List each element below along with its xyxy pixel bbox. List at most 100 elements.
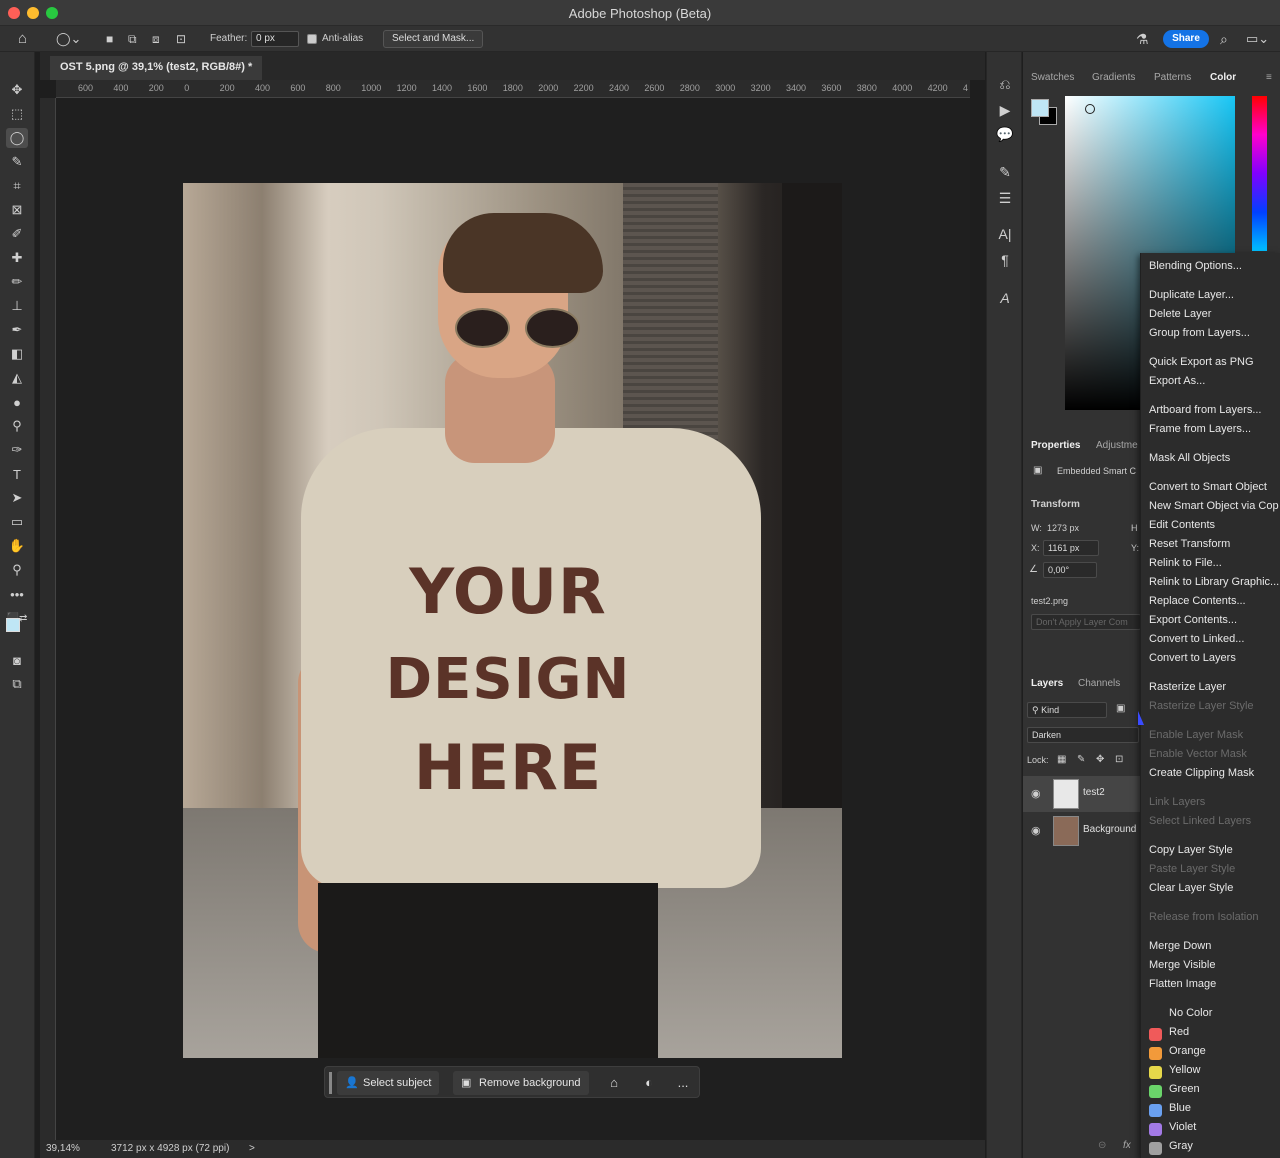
spot-healing-tool-icon[interactable]: ✚: [6, 248, 28, 268]
context-menu-item[interactable]: Export As...: [1149, 375, 1205, 387]
path-selection-tool-icon[interactable]: ➤: [6, 488, 28, 508]
context-menu-item[interactable]: Convert to Smart Object: [1149, 481, 1267, 493]
context-menu-item[interactable]: New Smart Object via Cop: [1149, 500, 1279, 512]
intersect-selection-icon[interactable]: ⊡: [176, 26, 186, 52]
history-brush-tool-icon[interactable]: ✒: [6, 320, 28, 340]
hand-tool-icon[interactable]: ✋: [6, 536, 28, 556]
remove-background-button[interactable]: ▣ Remove background: [453, 1071, 589, 1095]
frame-tool-icon[interactable]: ⊠: [6, 200, 28, 220]
status-arrow[interactable]: >: [249, 1143, 255, 1154]
color-panel-foreground-swatch[interactable]: [1031, 99, 1049, 117]
lock-transparency-icon[interactable]: ▦: [1057, 754, 1066, 765]
crop-tool-icon[interactable]: ⌗: [6, 176, 28, 196]
tab-color[interactable]: Color: [1210, 72, 1236, 83]
context-menu-item[interactable]: Mask All Objects: [1149, 452, 1230, 464]
subtract-from-selection-icon[interactable]: ⧈: [152, 26, 160, 52]
lasso-tool-icon[interactable]: ◯: [6, 128, 28, 148]
paragraph-icon[interactable]: ¶: [995, 250, 1015, 270]
new-selection-icon[interactable]: ■: [106, 26, 113, 52]
taskbar-drag-handle[interactable]: [329, 1072, 332, 1094]
home-icon[interactable]: ⌂: [18, 26, 27, 52]
zoom-level[interactable]: 39,14%: [46, 1143, 80, 1154]
panel-menu-icon[interactable]: ≡: [1266, 72, 1272, 83]
color-label-item[interactable]: Yellow: [1169, 1064, 1200, 1076]
select-subject-button[interactable]: 👤 Select subject: [337, 1071, 440, 1095]
context-menu-item[interactable]: Flatten Image: [1149, 978, 1216, 990]
search-icon[interactable]: ⌕: [1220, 26, 1228, 52]
context-menu-item[interactable]: Clear Layer Style: [1149, 882, 1233, 894]
paint-bucket-tool-icon[interactable]: ◭: [6, 368, 28, 388]
context-menu-item[interactable]: Artboard from Layers...: [1149, 404, 1262, 416]
context-menu-item[interactable]: Rasterize Layer: [1149, 681, 1226, 693]
context-menu-item[interactable]: Relink to Library Graphic...: [1149, 576, 1279, 588]
context-menu-item[interactable]: Quick Export as PNG: [1149, 356, 1254, 368]
dodge-tool-icon[interactable]: ⚲: [6, 416, 28, 436]
angle-input[interactable]: 0,00°: [1043, 562, 1097, 578]
clone-stamp-tool-icon[interactable]: ⊥: [6, 296, 28, 316]
context-menu-item[interactable]: Edit Contents: [1149, 519, 1215, 531]
blur-tool-icon[interactable]: ●: [6, 392, 28, 412]
visibility-eye-icon[interactable]: ◉: [1031, 787, 1041, 800]
quick-selection-tool-icon[interactable]: ✎: [6, 152, 28, 172]
marquee-tool-icon[interactable]: ⬚: [6, 104, 28, 124]
tab-swatches[interactable]: Swatches: [1031, 72, 1074, 83]
layer-comp-select[interactable]: Don't Apply Layer Com: [1031, 614, 1141, 630]
lock-position-icon[interactable]: ✥: [1096, 754, 1104, 765]
color-label-item[interactable]: Green: [1169, 1083, 1200, 1095]
layer-row[interactable]: ◉ test2: [1023, 776, 1141, 812]
history-icon[interactable]: ⎌: [995, 74, 1015, 94]
document-image[interactable]: YOUR DESIGN HERE: [183, 183, 842, 1058]
brush-tool-icon[interactable]: ✏: [6, 272, 28, 292]
context-menu-item[interactable]: Convert to Layers: [1149, 652, 1236, 664]
glyphs-icon[interactable]: A: [995, 288, 1015, 308]
tab-layers[interactable]: Layers: [1031, 678, 1063, 689]
context-menu-item[interactable]: Relink to File...: [1149, 557, 1222, 569]
color-label-item[interactable]: Red: [1169, 1026, 1189, 1038]
context-menu-item[interactable]: Create Clipping Mask: [1149, 767, 1254, 779]
lock-artboard-icon[interactable]: ⊡: [1115, 754, 1123, 765]
more-tools-icon[interactable]: •••: [6, 584, 28, 604]
tab-properties[interactable]: Properties: [1031, 440, 1080, 451]
brush-settings-icon[interactable]: ✎: [995, 162, 1015, 182]
x-position-input[interactable]: 1161 px: [1043, 540, 1099, 556]
transform-selection-icon[interactable]: ⌂: [604, 1073, 624, 1093]
context-menu-item[interactable]: Delete Layer: [1149, 308, 1211, 320]
context-menu-item[interactable]: Frame from Layers...: [1149, 423, 1251, 435]
screen-mode-icon[interactable]: ⧉: [6, 674, 28, 694]
comments-icon[interactable]: 💬: [995, 124, 1015, 144]
color-label-item[interactable]: Violet: [1169, 1121, 1196, 1133]
color-label-item[interactable]: Blue: [1169, 1102, 1191, 1114]
quick-mask-icon[interactable]: ◙: [6, 650, 28, 670]
lasso-tool-preset-icon[interactable]: ◯⌄: [56, 26, 81, 52]
tab-patterns[interactable]: Patterns: [1154, 72, 1191, 83]
context-menu-item[interactable]: Copy Layer Style: [1149, 844, 1233, 856]
filter-image-icon[interactable]: ▣: [1116, 703, 1125, 714]
context-menu-item[interactable]: Group from Layers...: [1149, 327, 1250, 339]
beta-flask-icon[interactable]: ⚗: [1136, 26, 1149, 52]
context-menu-item[interactable]: Replace Contents...: [1149, 595, 1246, 607]
rectangle-tool-icon[interactable]: ▭: [6, 512, 28, 532]
layer-row[interactable]: ◉ Background: [1023, 813, 1141, 849]
visibility-eye-icon[interactable]: ◉: [1031, 824, 1041, 837]
context-menu-item[interactable]: Blending Options...: [1149, 260, 1242, 272]
foreground-color-swatch[interactable]: [6, 618, 20, 632]
tab-adjustments[interactable]: Adjustme: [1096, 440, 1138, 451]
context-menu-item[interactable]: Reset Transform: [1149, 538, 1230, 550]
actions-play-icon[interactable]: ▶: [995, 100, 1015, 120]
workspace-icon[interactable]: ▭⌄: [1246, 26, 1269, 52]
context-menu-item[interactable]: Merge Visible: [1149, 959, 1215, 971]
pen-tool-icon[interactable]: ✑: [6, 440, 28, 460]
layer-fx-icon[interactable]: fx: [1123, 1140, 1131, 1151]
tab-channels[interactable]: Channels: [1078, 678, 1120, 689]
eraser-tool-icon[interactable]: ◧: [6, 344, 28, 364]
tab-gradients[interactable]: Gradients: [1092, 72, 1135, 83]
color-label-item[interactable]: Gray: [1169, 1140, 1193, 1152]
feather-input[interactable]: 0 px: [251, 31, 299, 47]
blend-mode-select[interactable]: Darken: [1027, 727, 1139, 743]
width-value[interactable]: 1273 px: [1047, 523, 1079, 533]
color-label-item[interactable]: Orange: [1169, 1045, 1206, 1057]
context-menu-item[interactable]: Merge Down: [1149, 940, 1211, 952]
move-tool-icon[interactable]: ✥: [6, 80, 28, 100]
zoom-tool-icon[interactable]: ⚲: [6, 560, 28, 580]
antialias-checkbox[interactable]: [307, 34, 317, 44]
